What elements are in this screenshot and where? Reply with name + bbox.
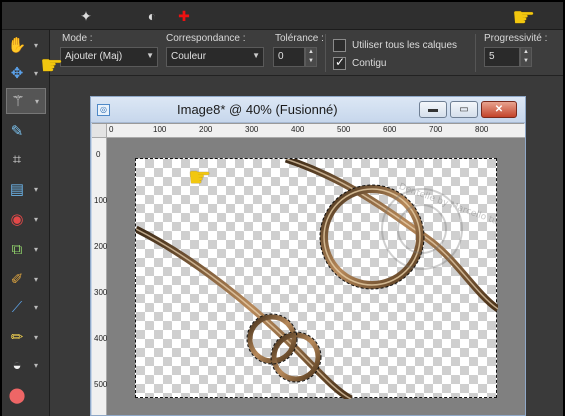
chevron-down-icon[interactable]: ▾ [32, 326, 40, 348]
feather-stepper[interactable]: ▲ ▼ [520, 47, 532, 67]
ruler-number: 0 [96, 150, 101, 159]
divider [475, 34, 476, 72]
mode-label: Mode : [62, 33, 93, 44]
scratch-icon: ⟋ [11, 298, 23, 316]
watermark-logo: Dentelle by Marcello tutos [381, 182, 498, 270]
fill-icon: ⬤ [8, 387, 26, 404]
hand-icon: ✋ [7, 37, 27, 54]
paint-brush-tool[interactable]: ✐ ▾ [6, 266, 46, 292]
ruler-number: 800 [475, 125, 489, 134]
dropper-tool[interactable]: ✎ [6, 118, 46, 144]
ruler-number: 300 [245, 125, 259, 134]
pointer-hand-icon: ☛ [188, 162, 212, 192]
ruler-number: 100 [94, 196, 108, 205]
chevron-down-icon[interactable]: ▾ [32, 208, 40, 230]
app-frame: ✦ ◐ ✚ ✋ ▾ ✥ ▾ ⚚ ▾ ✎ ⌗ ▤ ▾ ◉ ▾ ⧉ ▾ ✐ ▾ ⟋ ▾ ✏ ▾ ◒ ▾ … [0, 0, 565, 416]
ruler-number: 0 [109, 125, 114, 134]
minimize-button[interactable]: ▬ [419, 101, 447, 118]
pencil-icon: ✏ [10, 329, 24, 346]
brush-colors-icon[interactable]: ◐ [142, 6, 162, 26]
ruler-number: 700 [429, 125, 443, 134]
chevron-down-icon[interactable]: ▾ [32, 296, 40, 318]
ruler-number: 500 [337, 125, 351, 134]
pencil-tool[interactable]: ✏ ▾ [6, 324, 46, 350]
ruler-number: 200 [94, 242, 108, 251]
ruler-horizontal: 0 100 200 300 400 500 600 700 800 [107, 124, 525, 138]
chevron-down-icon: ▼ [252, 51, 260, 60]
ruler-number: 200 [199, 125, 213, 134]
chevron-down-icon[interactable]: ▾ [32, 178, 40, 200]
fill-tool[interactable]: ⬤ [6, 382, 46, 408]
ruler-number: 600 [383, 125, 397, 134]
divider [325, 34, 326, 72]
match-value: Couleur [171, 51, 207, 62]
image-canvas[interactable]: Dentelle by Marcello tutos [135, 158, 498, 399]
document-title: Image8* @ 40% (Fusionné) [177, 102, 338, 117]
tool-options-bar: Mode : Ajouter (Maj) ▼ Correspondance : … [50, 30, 563, 76]
chevron-down-icon[interactable]: ▾ [32, 268, 40, 290]
ruler-number: 500 [94, 380, 108, 389]
chevron-down-icon[interactable]: ▾ [32, 238, 40, 260]
feather-value: 5 [489, 51, 495, 62]
ruler-number: 400 [94, 334, 108, 343]
chevron-down-icon[interactable]: ▾ [32, 62, 40, 84]
eye-icon: ◉ [10, 211, 24, 228]
match-label: Correspondance : [166, 33, 246, 44]
mode-select[interactable]: Ajouter (Maj) ▼ [60, 47, 158, 67]
tolerance-stepper[interactable]: ▲ ▼ [305, 47, 317, 67]
chevron-down-icon[interactable]: ▾ [32, 354, 40, 376]
magic-wand-tool[interactable]: ⚚ ▾ [6, 88, 46, 114]
match-select[interactable]: Couleur ▼ [166, 47, 264, 67]
dropper-icon: ✎ [10, 123, 24, 140]
ruler-number: 100 [153, 125, 167, 134]
clone-tool[interactable]: ⧉ ▾ [6, 236, 46, 262]
ruler-corner [92, 124, 107, 138]
document-titlebar[interactable]: ◎ Image8* @ 40% (Fusionné) ▬ ▭ ✕ [91, 97, 525, 123]
contiguous-label: Contigu [352, 58, 387, 69]
canvas-area[interactable]: Dentelle by Marcello tutos [107, 138, 525, 415]
pointer-hand-icon: ☛ [512, 2, 536, 32]
target-icon[interactable]: ✚ [174, 6, 194, 26]
ruler-vertical: 0 100 200 300 400 500 [92, 138, 107, 415]
dodge-icon: ◒ [12, 356, 22, 374]
mode-value: Ajouter (Maj) [65, 51, 123, 62]
workspace: ◎ Image8* @ 40% (Fusionné) ▬ ▭ ✕ 0 100 2… [50, 76, 563, 416]
red-eye-tool[interactable]: ◉ ▾ [6, 206, 46, 232]
feather-input[interactable]: 5 [484, 47, 520, 67]
crop-tool[interactable]: ⌗ [6, 146, 46, 172]
chevron-down-icon[interactable]: ▾ [33, 90, 41, 112]
chevron-down-icon[interactable]: ▾ [32, 34, 40, 56]
straighten-icon: ▤ [9, 181, 25, 198]
pointer-hand-icon: ☛ [40, 50, 64, 80]
use-all-layers-label: Utiliser tous les calques [352, 40, 458, 51]
dodge-tool[interactable]: ◒ ▾ [6, 352, 46, 378]
tolerance-value: 0 [278, 51, 284, 62]
chevron-down-icon: ▼ [146, 51, 154, 60]
contiguous-checkbox[interactable] [333, 55, 346, 70]
straighten-tool[interactable]: ▤ ▾ [6, 176, 46, 202]
ring-artwork: Dentelle by Marcello tutos [136, 159, 498, 399]
document-window: ◎ Image8* @ 40% (Fusionné) ▬ ▭ ✕ 0 100 2… [90, 96, 526, 416]
move-icon: ✥ [10, 65, 24, 82]
magic-wand-icon: ⚚ [11, 93, 25, 110]
scratch-remover-tool[interactable]: ⟋ ▾ [6, 294, 46, 320]
document-icon: ◎ [97, 104, 110, 116]
top-tool-strip: ✦ ◐ ✚ [2, 2, 563, 30]
tolerance-input[interactable]: 0 [273, 47, 305, 67]
close-button[interactable]: ✕ [481, 101, 517, 118]
tolerance-label: Tolérance : [275, 33, 324, 44]
magic-wand-options-icon[interactable]: ✦ [76, 6, 96, 26]
ruler-number: 400 [291, 125, 305, 134]
crop-icon: ⌗ [12, 150, 22, 168]
tool-palette: ✋ ▾ ✥ ▾ ⚚ ▾ ✎ ⌗ ▤ ▾ ◉ ▾ ⧉ ▾ ✐ ▾ ⟋ ▾ ✏ ▾ ◒ ▾ ⬤ [2, 30, 50, 416]
clone-icon: ⧉ [11, 240, 23, 258]
brush-icon: ✐ [10, 271, 24, 288]
ruler-number: 300 [94, 288, 108, 297]
maximize-button[interactable]: ▭ [450, 101, 478, 118]
feather-label: Progressivité : [484, 33, 548, 44]
use-all-layers-checkbox[interactable] [333, 39, 346, 52]
